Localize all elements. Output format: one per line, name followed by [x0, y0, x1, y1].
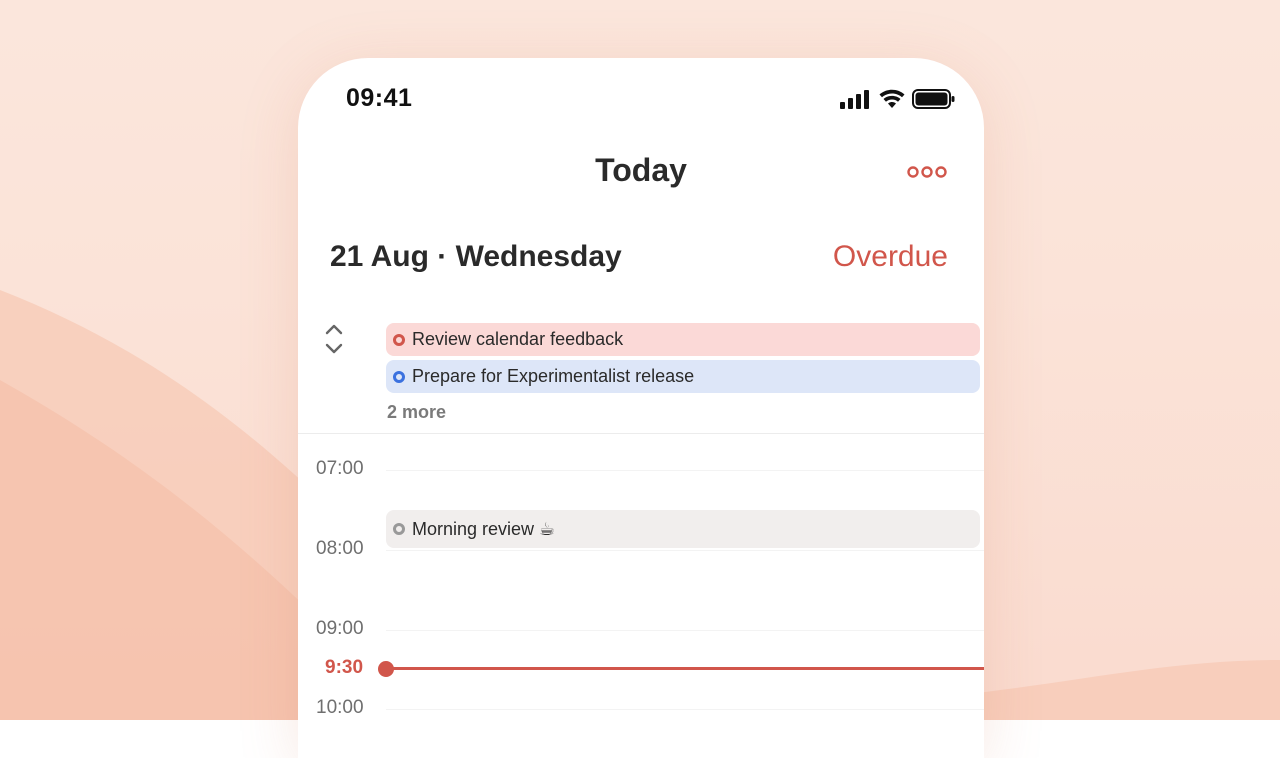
hour-label: 10:00 — [316, 697, 364, 718]
current-time-dot — [378, 661, 394, 677]
status-time: 09:41 — [346, 84, 413, 112]
current-time-line — [390, 667, 984, 670]
timeline-event[interactable]: Morning review ☕ — [386, 510, 980, 548]
task-status-icon — [393, 333, 405, 346]
event-label: Morning review ☕ — [412, 518, 556, 539]
hour-label: 09:00 — [316, 618, 364, 639]
all-day-task[interactable]: Review calendar feedback — [386, 323, 980, 356]
collapse-all-day-button[interactable] — [323, 322, 345, 356]
current-time-label: 9:30 — [325, 657, 364, 678]
cellular-signal-icon — [840, 90, 869, 109]
ellipsis-icon — [907, 166, 947, 178]
more-options-button[interactable] — [906, 162, 950, 182]
more-tasks-link[interactable]: 2 more — [387, 402, 446, 423]
page-title: Today — [595, 152, 687, 188]
hour-label: 08:00 — [316, 538, 364, 559]
chevron-up-down-icon — [325, 324, 343, 354]
wifi-icon — [879, 89, 905, 108]
battery-icon — [912, 89, 955, 109]
task-label: Prepare for Experimentalist release — [412, 366, 695, 386]
hour-gridline — [386, 709, 984, 710]
task-status-icon — [393, 523, 405, 535]
all-day-task[interactable]: Prepare for Experimentalist release — [386, 360, 980, 393]
hour-gridline — [386, 550, 984, 551]
overdue-button[interactable]: Overdue — [833, 240, 948, 274]
task-label: Review calendar feedback — [412, 329, 624, 349]
date-label: 21 Aug · Wednesday — [330, 240, 622, 273]
divider — [298, 433, 984, 434]
phone-screen: 09:41 Today 21 Aug · Wednesday Overdue R… — [298, 58, 984, 758]
status-icons — [840, 88, 956, 110]
task-status-icon — [393, 370, 405, 383]
hour-gridline — [386, 470, 984, 471]
hour-label: 07:00 — [316, 458, 364, 479]
hour-gridline — [386, 630, 984, 631]
